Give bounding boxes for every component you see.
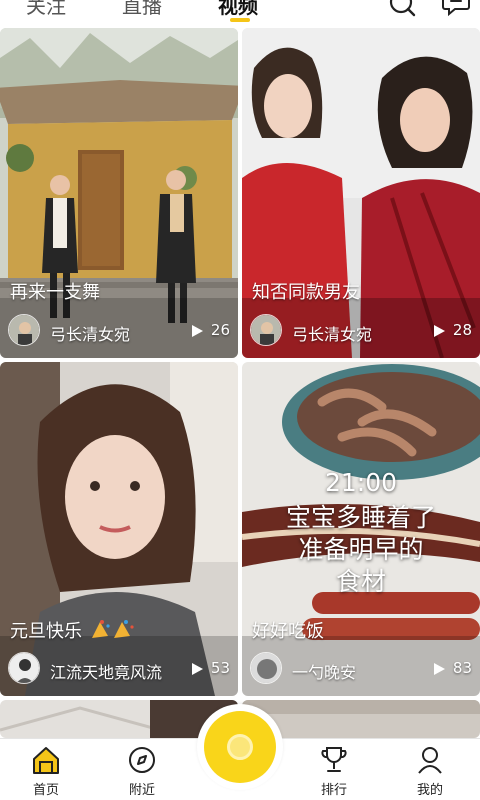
search-icon [389, 0, 416, 17]
video-card[interactable]: 21:00 宝宝多睡着了 准备明早的 食材 好好吃饭 一勺晚安 83 [242, 362, 480, 696]
nav-label: 排行 [320, 783, 347, 798]
author-row: 弓长清女宛 28 [250, 314, 472, 348]
play-count: 28 [452, 321, 472, 339]
video-caption-line: 准备明早的 [298, 535, 424, 564]
author-row: 江流天地竟风流 53 [8, 652, 230, 686]
video-card[interactable]: 元旦快乐 江流天地竟风流 53 [0, 362, 238, 696]
author-row: 弓长清女宛 26 [8, 314, 230, 348]
avatar[interactable] [250, 652, 282, 684]
play-count: 83 [452, 659, 472, 677]
search-button[interactable] [386, 0, 420, 22]
message-icon [442, 0, 470, 17]
video-title: 好好吃饭 [252, 621, 324, 642]
video-caption-line: 宝宝多睡着了 [285, 503, 436, 532]
party-popper-icon [91, 620, 134, 638]
video-card[interactable]: 知否同款男友 弓长清女宛 28 [242, 28, 480, 358]
author-name[interactable]: 一勺晚安 [292, 659, 356, 683]
top-tab-bar: 关注 直播 视频 [0, 0, 480, 28]
video-title: 元旦快乐 [10, 617, 136, 643]
nav-item-home[interactable]: 首页 [6, 739, 86, 800]
nav-label: 首页 [32, 783, 59, 798]
avatar[interactable] [8, 314, 40, 346]
record-center [227, 734, 253, 760]
message-button[interactable] [440, 0, 474, 22]
video-thumbnail [0, 28, 238, 358]
record-icon [204, 711, 276, 783]
video-caption-line: 食材 [335, 567, 386, 596]
tab-follow[interactable]: 关注 [26, 0, 66, 19]
nav-item-me[interactable]: 我的 [390, 739, 470, 800]
nav-item-nearby[interactable]: 附近 [102, 739, 182, 800]
avatar[interactable] [8, 652, 40, 684]
record-button[interactable] [197, 704, 283, 790]
play-icon [192, 663, 203, 675]
video-feed: 再来一支舞 弓长清女宛 26 知否同款男友 弓长清女宛 28 元旦快乐 江流天地… [0, 28, 480, 738]
video-caption-time: 21:00 [324, 468, 398, 497]
video-title: 再来一支舞 [10, 282, 100, 303]
video-title-text: 元旦快乐 [10, 621, 82, 642]
home-icon [33, 747, 59, 774]
play-count: 53 [210, 659, 230, 677]
profile-icon [418, 747, 442, 774]
author-name[interactable]: 弓长清女宛 [50, 321, 130, 345]
author-name[interactable]: 江流天地竟风流 [50, 659, 162, 683]
active-tab-indicator [230, 18, 250, 22]
play-icon [434, 663, 445, 675]
nav-label: 我的 [416, 783, 443, 798]
tab-live[interactable]: 直播 [122, 0, 162, 19]
avatar[interactable] [250, 314, 282, 346]
trophy-icon [321, 747, 347, 772]
author-name[interactable]: 弓长清女宛 [292, 321, 372, 345]
video-thumbnail [242, 28, 480, 358]
author-row: 一勺晚安 83 [250, 652, 472, 686]
nav-label: 附近 [128, 783, 155, 798]
play-icon [434, 325, 445, 337]
compass-icon [129, 747, 155, 773]
video-thumbnail [0, 362, 238, 696]
play-icon [192, 325, 203, 337]
tab-video[interactable]: 视频 [218, 0, 258, 19]
nav-item-rank[interactable]: 排行 [294, 739, 374, 800]
video-title: 知否同款男友 [252, 282, 360, 303]
video-card[interactable]: 再来一支舞 弓长清女宛 26 [0, 28, 238, 358]
play-count: 26 [210, 321, 230, 339]
